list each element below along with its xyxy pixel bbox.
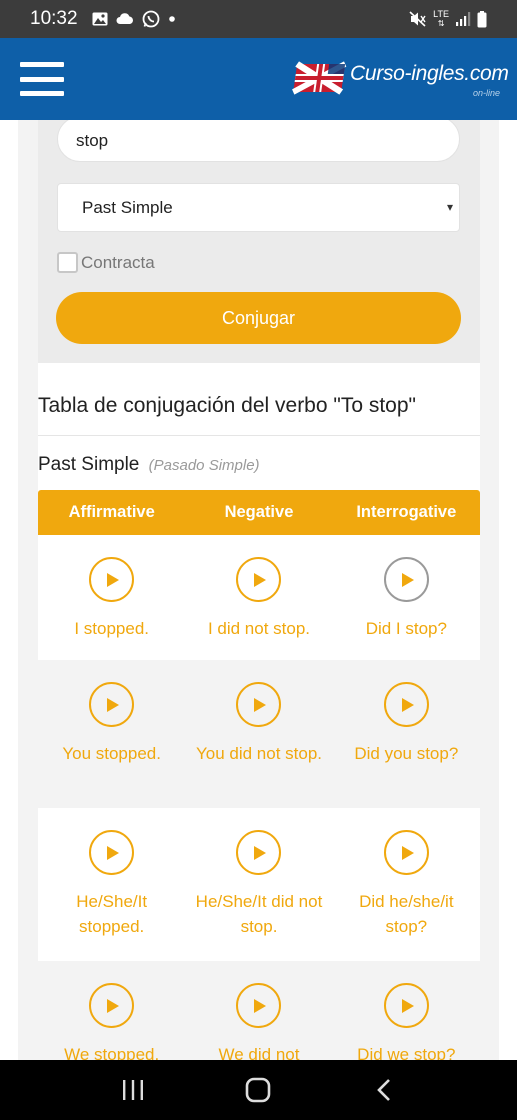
table-cell: I stopped.	[38, 535, 185, 660]
verb-input[interactable]: stop	[57, 120, 460, 162]
site-logo[interactable]: Curso-ingles.com on-line	[288, 48, 512, 108]
table-row: He/She/It stopped. He/She/It did not sto…	[38, 808, 480, 961]
recent-apps-icon[interactable]	[113, 1070, 153, 1110]
table-cell: Did I stop?	[333, 535, 480, 660]
results-title: Tabla de conjugación del verbo "To stop"	[38, 394, 416, 417]
menu-icon[interactable]	[20, 62, 64, 96]
table-header: Affirmative Negative Interrogative	[38, 490, 480, 535]
back-icon[interactable]	[364, 1070, 404, 1110]
status-bar: 10:32 LTE ⇅	[0, 0, 517, 38]
lte-icon: LTE ⇅	[433, 9, 449, 29]
lte-arrows-icon: ⇅	[437, 19, 445, 28]
conjugation-text: You did not stop.	[195, 744, 322, 763]
play-audio-icon[interactable]	[236, 557, 282, 602]
contract-label: Contracta	[81, 252, 155, 272]
column-header-affirmative: Affirmative	[68, 503, 155, 521]
system-nav-bar	[0, 1060, 517, 1120]
table-row: You stopped. You did not stop. Did you s…	[38, 660, 480, 808]
conjugation-results: Tabla de conjugación del verbo "To stop"…	[38, 363, 480, 1060]
table-cell: You stopped.	[38, 660, 185, 808]
conjugate-button[interactable]: Conjugar	[56, 292, 461, 344]
mute-icon	[409, 11, 427, 27]
conjugation-text: We stopped.	[64, 1045, 160, 1060]
play-audio-icon[interactable]	[89, 830, 135, 875]
union-jack-flag-icon	[292, 61, 347, 95]
home-icon[interactable]	[238, 1070, 278, 1110]
play-audio-icon[interactable]	[383, 557, 429, 602]
chevron-down-icon: ▾	[446, 200, 453, 214]
logo-subtitle: on-line	[472, 88, 500, 98]
conjugation-text: Did we stop?	[357, 1045, 456, 1060]
conjugation-text: He/She/It stopped.	[76, 892, 148, 936]
table-row: I stopped. I did not stop. Did I stop?	[38, 535, 480, 660]
table-cell: Did we stop?	[333, 961, 480, 1060]
divider	[38, 435, 480, 436]
table-cell: We stopped.	[38, 961, 185, 1060]
signal-icon	[455, 11, 471, 27]
play-audio-icon[interactable]	[236, 682, 282, 727]
table-cell: He/She/It did not stop.	[185, 808, 332, 961]
column-header-interrogative: Interrogative	[356, 503, 457, 521]
table-cell: Did you stop?	[333, 660, 480, 808]
conjugation-text: I did not stop.	[207, 619, 311, 638]
app-header: Curso-ingles.com on-line	[0, 38, 517, 120]
dot-icon	[168, 15, 176, 23]
lte-label: LTE	[433, 9, 449, 19]
play-audio-icon[interactable]	[89, 983, 135, 1028]
tense-select[interactable]: Past Simple ▾	[57, 183, 460, 232]
conjugation-text: Did I stop?	[365, 619, 447, 638]
tense-name: Past Simple	[38, 454, 140, 475]
play-audio-icon[interactable]	[383, 682, 429, 727]
cloud-icon	[116, 13, 134, 25]
play-audio-icon[interactable]	[383, 830, 429, 875]
tense-select-value: Past Simple	[82, 198, 173, 217]
play-audio-icon[interactable]	[383, 983, 429, 1028]
column-header-negative: Negative	[224, 503, 294, 521]
conjugation-text: You stopped.	[62, 744, 161, 763]
status-icons-right: LTE ⇅	[409, 10, 487, 28]
conjugation-text: Did you stop?	[354, 744, 459, 763]
contract-option[interactable]: Contracta	[57, 252, 155, 273]
image-icon	[92, 12, 108, 26]
conjugation-text: He/She/It did not stop.	[195, 892, 323, 936]
play-audio-icon[interactable]	[89, 557, 135, 602]
play-audio-icon[interactable]	[236, 830, 282, 875]
status-icons-left	[92, 10, 176, 28]
table-cell: I did not stop.	[185, 535, 332, 660]
table-cell: Did he/she/it stop?	[333, 808, 480, 961]
tense-translation: (Pasado Simple)	[148, 457, 260, 474]
play-audio-icon[interactable]	[89, 682, 135, 727]
contract-checkbox[interactable]	[57, 252, 78, 273]
table-row: We stopped. We did not Did we stop?	[38, 961, 480, 1060]
table-cell: He/She/It stopped.	[38, 808, 185, 961]
whatsapp-icon	[142, 10, 160, 28]
table-cell: We did not	[185, 961, 332, 1060]
page-content: stop Past Simple ▾ Contracta Conjugar Ta…	[0, 120, 517, 1060]
table-cell: You did not stop.	[185, 660, 332, 808]
battery-icon	[477, 10, 487, 28]
logo-text: Curso-ingles.com	[350, 62, 509, 85]
status-time: 10:32	[30, 8, 78, 29]
play-audio-icon[interactable]	[236, 983, 282, 1028]
tense-heading: Past Simple (Pasado Simple)	[38, 454, 260, 476]
conjugation-text: Did he/she/it stop?	[359, 892, 454, 936]
conjugation-text: I stopped.	[74, 619, 149, 638]
conjugation-text: We did not	[218, 1045, 300, 1060]
